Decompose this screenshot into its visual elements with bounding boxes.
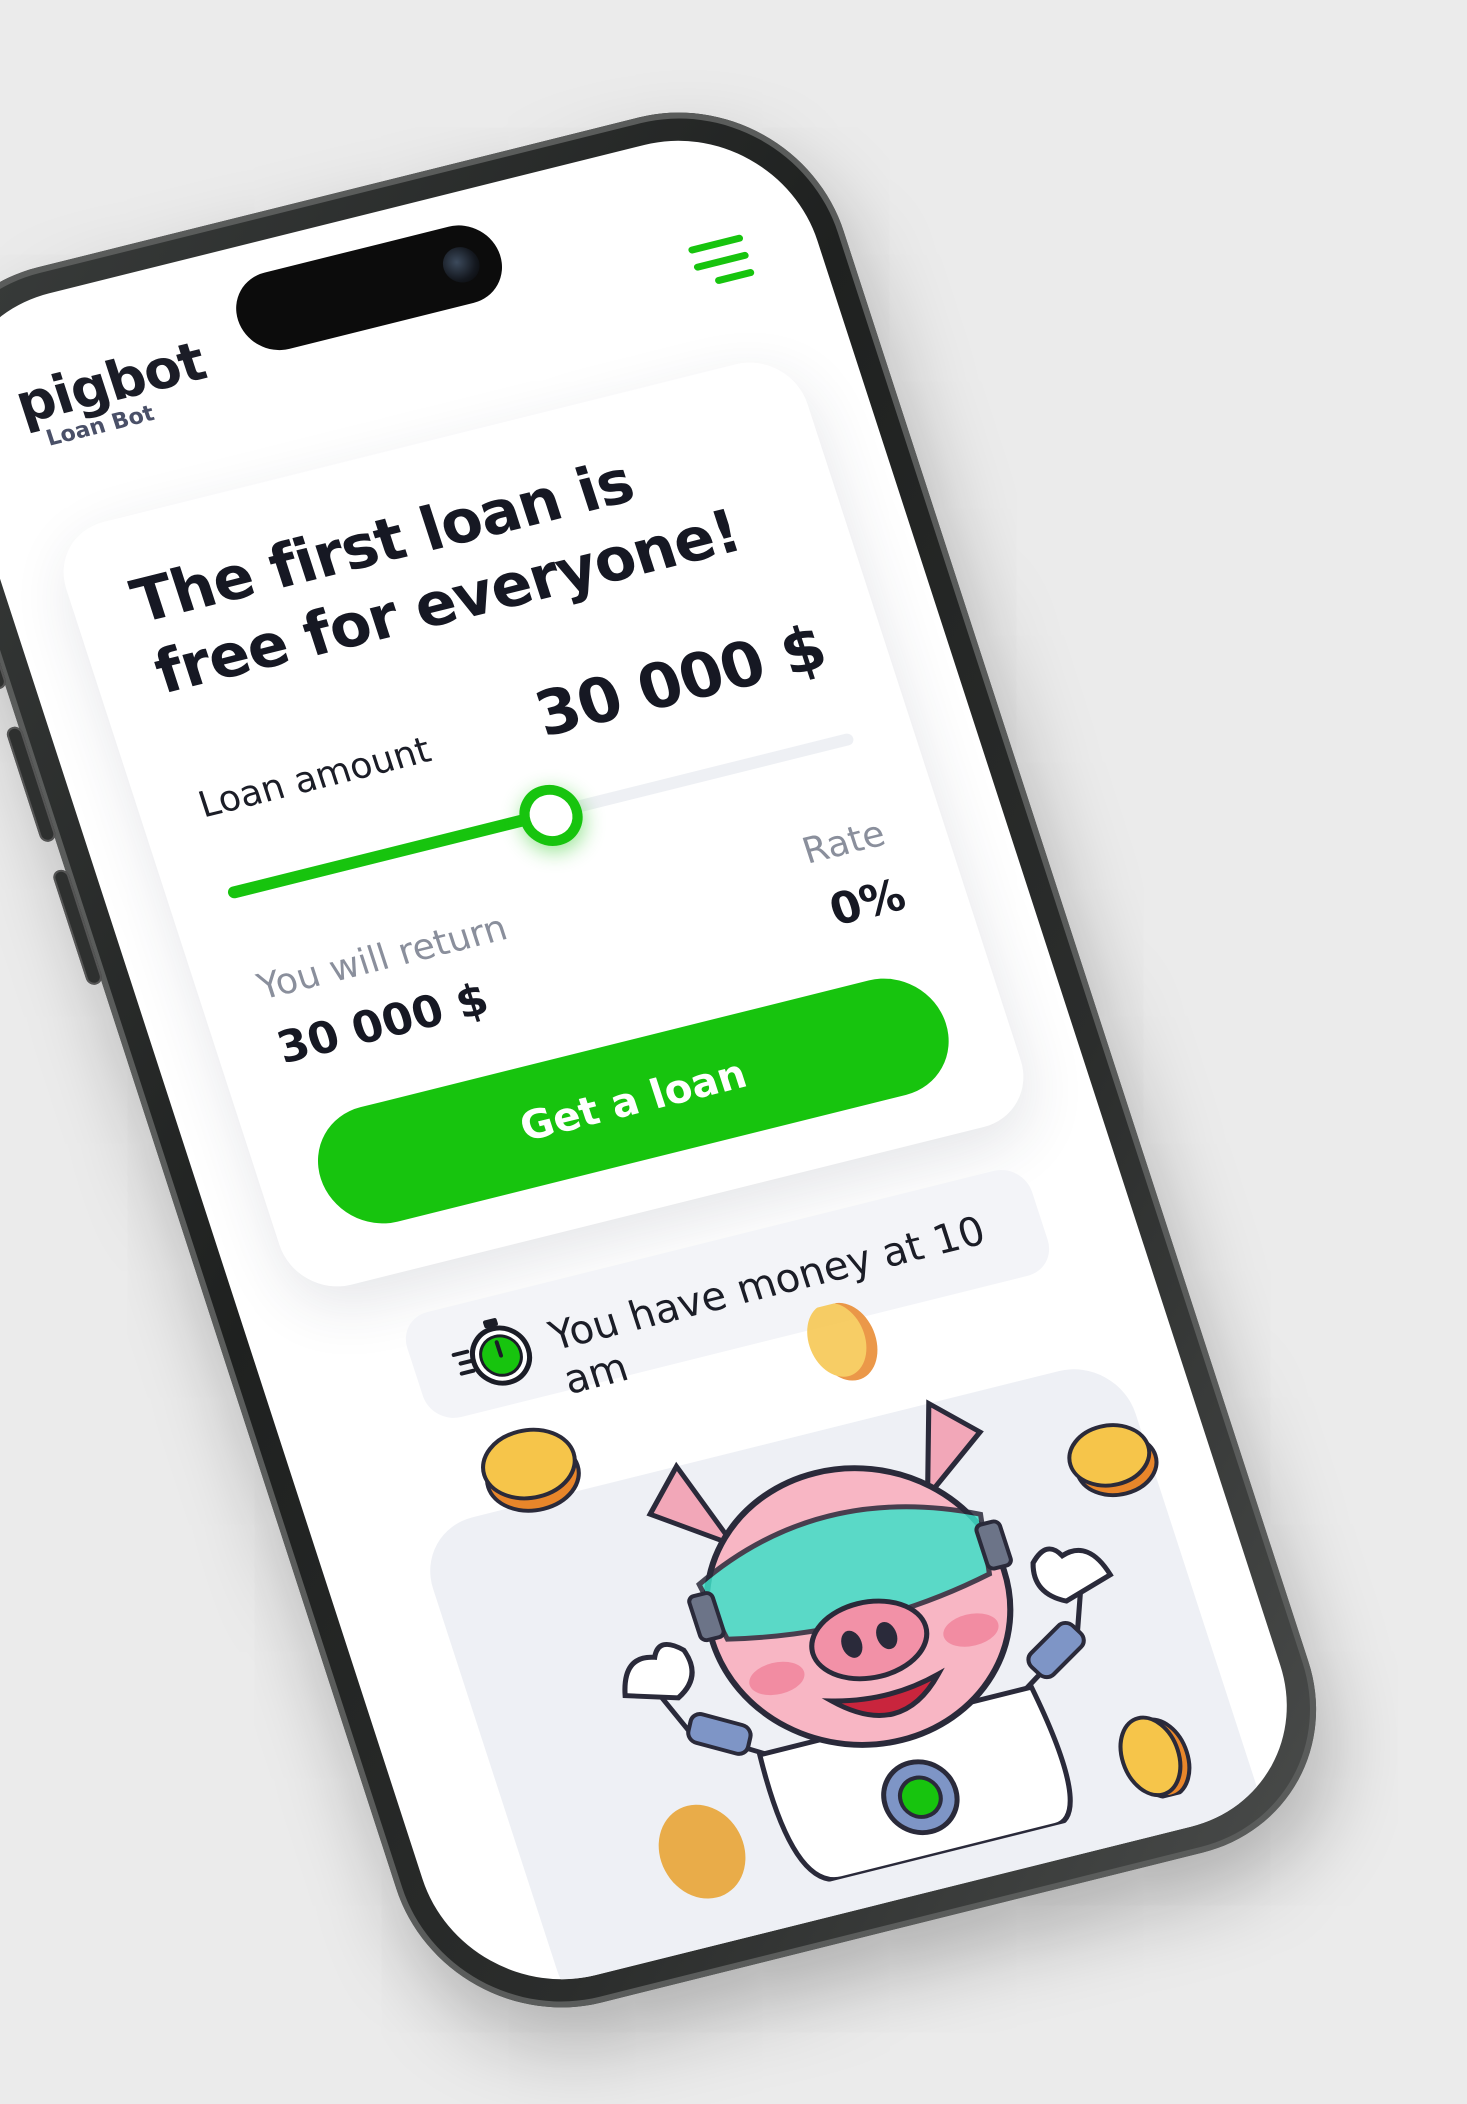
loan-amount-label: Loan amount <box>193 729 436 827</box>
rate-value: 0% <box>823 869 912 937</box>
gold-coin-icon <box>1067 1423 1159 1498</box>
return-summary: You will return 30 000 $ <box>253 908 534 1074</box>
loan-amount-value: 30 000 $ <box>526 610 835 752</box>
slider-thumb[interactable] <box>511 778 591 853</box>
slider-fill <box>226 810 543 900</box>
mascot-panel <box>414 1302 1279 2008</box>
rate-summary: Rate 0% <box>798 813 912 938</box>
action-button <box>0 620 8 691</box>
brand-logo[interactable]: pigbot Loan Bot <box>8 330 220 456</box>
gold-coin-icon <box>481 1427 581 1513</box>
gold-coin-icon <box>1118 1715 1192 1799</box>
volume-up-button <box>4 725 58 844</box>
loan-calculator-card: The first loan is free for everyone! Loa… <box>48 350 1039 1299</box>
phone-screen: pigbot Loan Bot The first loan is free f… <box>0 112 1323 2008</box>
phone-frame: pigbot Loan Bot The first loan is free f… <box>0 78 1358 2042</box>
stage: pigbot Loan Bot The first loan is free f… <box>0 0 1467 2104</box>
gold-coin-icon <box>658 1804 746 1899</box>
rate-label: Rate <box>797 813 891 873</box>
volume-down-button <box>51 868 104 987</box>
gold-coin-icon <box>807 1302 878 1381</box>
hamburger-menu-icon[interactable] <box>687 233 756 289</box>
